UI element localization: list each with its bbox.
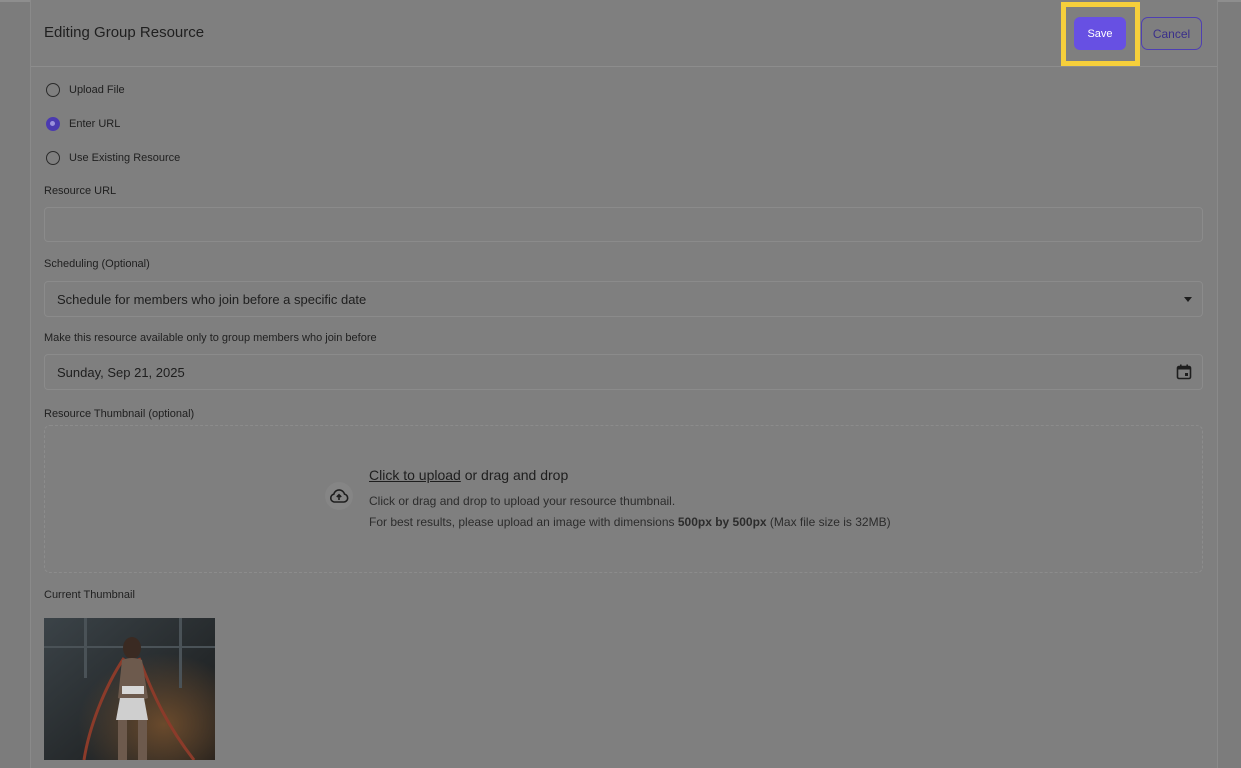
upload-hint-2-dimensions: 500px by 500px (677, 515, 767, 529)
upload-hint-1: Click or drag and drop to upload your re… (369, 494, 676, 508)
radio-button-use-existing[interactable] (46, 151, 60, 165)
upload-hint-2-pre: For best results, please upload an image… (369, 515, 678, 529)
cloud-upload-icon (325, 482, 353, 510)
radio-label-upload-file: Upload File (69, 84, 125, 96)
upload-hint-2: For best results, please upload an image… (369, 515, 891, 529)
thumbnail-label: Resource Thumbnail (optional) (44, 408, 195, 420)
upload-title-rest: or drag and drop (460, 467, 569, 483)
edit-resource-panel: Editing Group Resource Save Cancel Uploa… (30, 0, 1218, 768)
radio-button-upload-file[interactable] (46, 83, 60, 97)
scheduling-label: Scheduling (Optional) (44, 258, 150, 270)
join-before-label: Make this resource available only to gro… (44, 332, 377, 344)
radio-label-enter-url: Enter URL (69, 118, 121, 130)
panel-header: Editing Group Resource Save Cancel (31, 0, 1217, 67)
scheduling-value: Schedule for members who join before a s… (57, 292, 367, 307)
radio-enter-url[interactable]: Enter URL (46, 117, 120, 131)
radio-label-use-existing: Use Existing Resource (69, 152, 181, 164)
resource-url-label: Resource URL (44, 185, 117, 197)
upload-title: Click to upload or drag and drop (369, 467, 568, 483)
save-button[interactable]: Save (1074, 17, 1126, 50)
cancel-button[interactable]: Cancel (1141, 17, 1202, 50)
calendar-icon[interactable] (1176, 364, 1192, 380)
current-thumbnail-label: Current Thumbnail (44, 589, 135, 601)
page-title: Editing Group Resource (44, 24, 205, 41)
radio-button-enter-url[interactable] (46, 117, 60, 131)
join-before-value: Sunday, Sep 21, 2025 (57, 365, 185, 380)
radio-use-existing[interactable]: Use Existing Resource (46, 151, 180, 165)
resource-url-input[interactable] (44, 207, 1203, 242)
upload-hint-2-post: (Max file size is 32MB) (766, 515, 891, 529)
scheduling-select[interactable]: Schedule for members who join before a s… (44, 281, 1203, 317)
join-before-date-input[interactable]: Sunday, Sep 21, 2025 (44, 354, 1203, 390)
current-thumbnail-image (44, 618, 215, 760)
radio-upload-file[interactable]: Upload File (46, 83, 125, 97)
thumbnail-dropzone[interactable]: Click to upload or drag and drop Click o… (44, 425, 1203, 573)
click-to-upload-link[interactable]: Click to upload (369, 467, 461, 483)
chevron-down-icon (1184, 297, 1192, 302)
